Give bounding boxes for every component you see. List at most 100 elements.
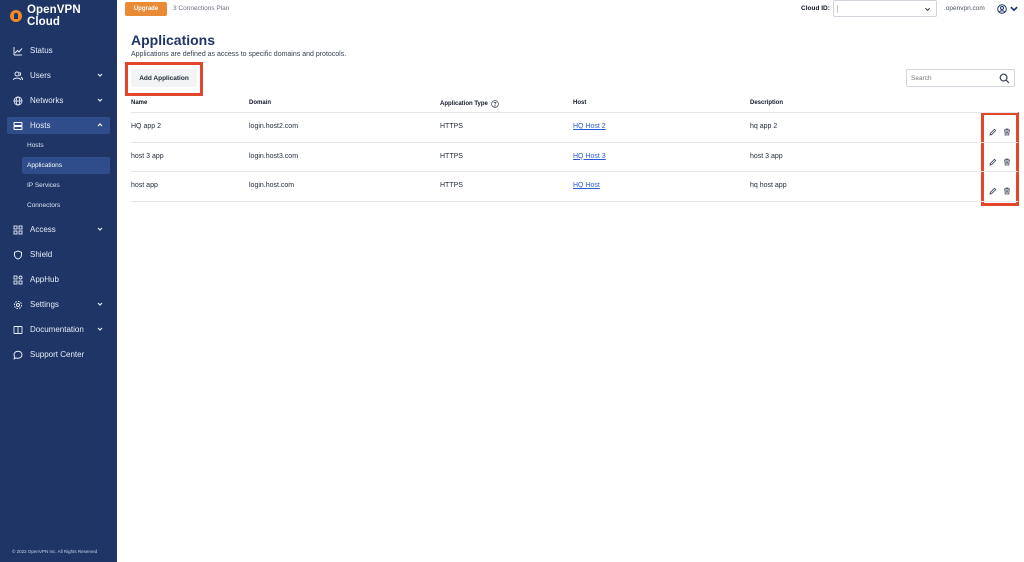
sidebar-item-label: Networks bbox=[30, 96, 64, 105]
cell-domain: login.host.com bbox=[249, 182, 295, 189]
chevron-up-icon bbox=[97, 123, 103, 127]
chart-icon bbox=[13, 46, 23, 56]
sidebar-item-access[interactable]: Access bbox=[0, 217, 117, 242]
sidebar-subitem-applications[interactable]: Applications bbox=[22, 157, 110, 174]
search-box[interactable] bbox=[906, 69, 1015, 87]
chevron-down-icon bbox=[97, 327, 103, 331]
apps-icon bbox=[13, 275, 23, 285]
column-header-host[interactable]: Host bbox=[573, 100, 586, 106]
globe-icon bbox=[13, 96, 23, 106]
chevron-down-icon bbox=[1010, 6, 1018, 12]
chevron-down-icon bbox=[97, 227, 103, 231]
topbar: Upgrade 3 Connections Plan Cloud ID: .op… bbox=[117, 0, 1024, 20]
sidebar-item-label: Documentation bbox=[30, 325, 84, 334]
sidebar-item-label: Access bbox=[30, 225, 56, 234]
cell-domain: login.host2.com bbox=[249, 123, 299, 130]
book-icon bbox=[13, 325, 23, 335]
gear-icon bbox=[13, 300, 23, 310]
sidebar-item-label: Status bbox=[30, 46, 53, 55]
pencil-icon bbox=[989, 128, 997, 136]
column-header-application-type[interactable]: Application Type bbox=[440, 100, 499, 108]
edit-button[interactable] bbox=[989, 123, 997, 136]
trash-icon bbox=[1004, 158, 1010, 165]
table-row: host 3 app login.host3.com HTTPS HQ Host… bbox=[131, 143, 1018, 172]
pencil-icon bbox=[989, 158, 997, 166]
upgrade-button[interactable]: Upgrade bbox=[125, 2, 167, 16]
column-header-name[interactable]: Name bbox=[131, 100, 147, 106]
sidebar-item-users[interactable]: Users bbox=[0, 63, 117, 88]
grid-icon bbox=[13, 225, 23, 235]
cloud-id-label: Cloud ID: bbox=[801, 5, 830, 12]
chevron-down-icon bbox=[97, 98, 103, 102]
cell-domain: login.host3.com bbox=[249, 152, 299, 160]
sidebar-item-settings[interactable]: Settings bbox=[0, 292, 117, 317]
sidebar-item-label: Shield bbox=[30, 250, 53, 259]
add-application-button[interactable]: Add Application bbox=[131, 69, 197, 87]
host-link[interactable]: HQ Host 2 bbox=[573, 123, 606, 130]
chevron-down-icon bbox=[97, 73, 103, 77]
sidebar-subitem-hosts[interactable]: Hosts bbox=[22, 137, 110, 154]
plan-label: 3 Connections Plan bbox=[173, 5, 230, 12]
sidebar-item-support-center[interactable]: Support Center bbox=[0, 342, 117, 367]
edit-button[interactable] bbox=[989, 153, 997, 166]
cloud-domain-suffix: .openvpn.com bbox=[944, 5, 985, 12]
sidebar-item-label: Hosts bbox=[30, 121, 51, 130]
chevron-down-icon bbox=[97, 302, 103, 306]
text-cursor bbox=[837, 5, 838, 13]
column-header-description[interactable]: Description bbox=[750, 100, 783, 106]
sidebar-item-label: Support Center bbox=[30, 350, 85, 359]
cell-type: HTTPS bbox=[440, 152, 463, 160]
hosts-submenu: Hosts Applications IP Services Connector… bbox=[0, 134, 117, 217]
page-subtitle: Applications are defined as access to sp… bbox=[131, 51, 347, 58]
cell-description: host 3 app bbox=[750, 152, 783, 160]
column-header-domain[interactable]: Domain bbox=[249, 100, 271, 106]
brand[interactable]: OpenVPN Cloud bbox=[10, 4, 117, 28]
page-title: Applications bbox=[131, 32, 216, 48]
help-icon[interactable] bbox=[491, 100, 499, 108]
sidebar-item-label: Users bbox=[30, 71, 51, 80]
sidebar-subitem-ip-services[interactable]: IP Services bbox=[22, 177, 110, 194]
cell-type: HTTPS bbox=[440, 123, 463, 130]
table-row: HQ app 2 login.host2.com HTTPS HQ Host 2… bbox=[131, 113, 1018, 143]
cell-description: hq host app bbox=[750, 182, 787, 189]
sidebar-nav: Status Users Networks Hosts Hosts Applic… bbox=[0, 38, 117, 367]
cloud-id-select[interactable] bbox=[833, 0, 937, 17]
copyright-text: © 2022 OpenVPN Inc. All Rights Reserved bbox=[12, 549, 98, 554]
applications-table: Name Domain Application Type Host Descri… bbox=[131, 93, 1018, 202]
cell-type: HTTPS bbox=[440, 182, 463, 189]
sidebar-item-networks[interactable]: Networks bbox=[0, 88, 117, 113]
chat-icon bbox=[13, 350, 23, 360]
pencil-icon bbox=[989, 187, 997, 195]
trash-icon bbox=[1004, 187, 1010, 195]
delete-button[interactable] bbox=[1003, 123, 1011, 136]
shield-icon bbox=[13, 249, 23, 260]
main-content: Applications Applications are defined as… bbox=[117, 20, 1024, 562]
sidebar-item-label: AppHub bbox=[30, 275, 59, 284]
table-header: Name Domain Application Type Host Descri… bbox=[131, 93, 1018, 113]
user-avatar-icon bbox=[997, 4, 1007, 14]
user-menu[interactable] bbox=[997, 3, 1019, 15]
edit-button[interactable] bbox=[989, 182, 997, 195]
cell-name: host 3 app bbox=[131, 152, 164, 160]
sidebar-item-status[interactable]: Status bbox=[0, 38, 117, 63]
search-input[interactable] bbox=[911, 72, 991, 84]
host-link[interactable]: HQ Host 3 bbox=[573, 153, 606, 160]
users-icon bbox=[13, 71, 23, 81]
openvpn-logo-icon bbox=[10, 10, 22, 22]
sidebar-item-shield[interactable]: Shield bbox=[0, 242, 117, 267]
sidebar-item-documentation[interactable]: Documentation bbox=[0, 317, 117, 342]
sidebar-subitem-connectors[interactable]: Connectors bbox=[22, 197, 110, 214]
sidebar-item-apphub[interactable]: AppHub bbox=[0, 267, 117, 292]
search-icon[interactable] bbox=[999, 73, 1010, 84]
sidebar-item-hosts[interactable]: Hosts bbox=[7, 117, 110, 134]
chevron-down-icon bbox=[924, 7, 931, 12]
delete-button[interactable] bbox=[1003, 153, 1011, 165]
table-row: host app login.host.com HTTPS HQ Host hq… bbox=[131, 172, 1018, 202]
cell-name: host app bbox=[131, 182, 158, 189]
host-link[interactable]: HQ Host bbox=[573, 182, 600, 189]
brand-name: OpenVPN Cloud bbox=[26, 4, 81, 28]
sidebar-item-label: Settings bbox=[30, 300, 59, 309]
cell-description: hq app 2 bbox=[750, 123, 778, 130]
sidebar: OpenVPN Cloud Status Users Networks Host… bbox=[0, 0, 117, 562]
delete-button[interactable] bbox=[1003, 182, 1011, 195]
